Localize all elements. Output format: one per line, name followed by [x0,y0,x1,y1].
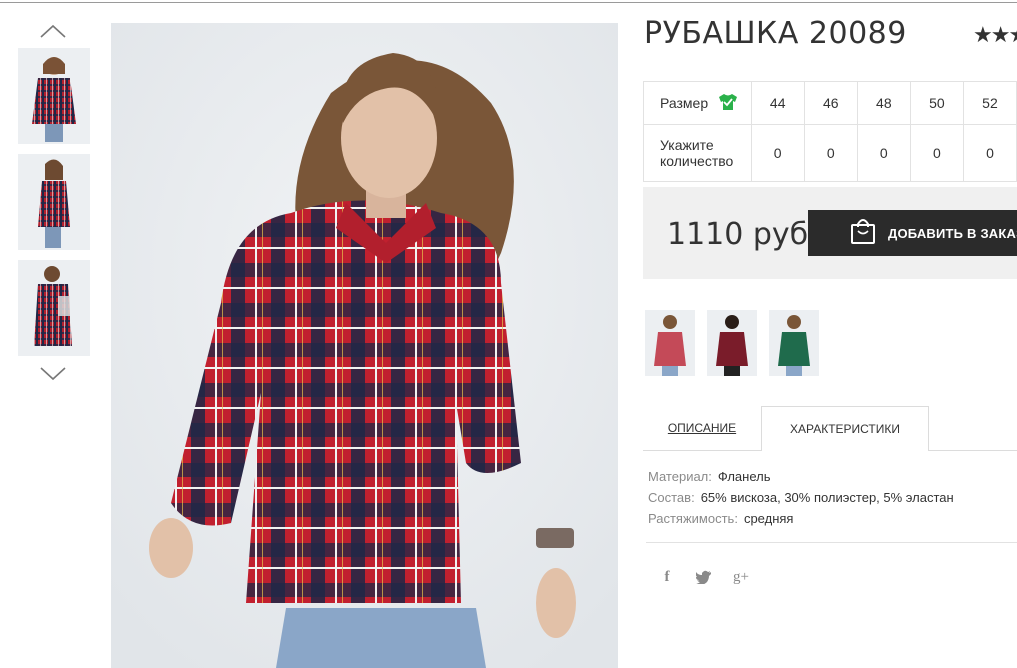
thumbnail-side[interactable] [18,154,90,250]
variant-red[interactable] [645,310,695,376]
spec-row: Материал: Фланель [648,466,954,487]
characteristics-list: Материал: Фланель Состав: 65% вискоза, 30%… [648,466,954,529]
spec-key-stretch: Растяжимость: [648,511,738,526]
size-46: 46 [803,81,858,125]
shopping-bag-icon [850,217,876,250]
spec-key-material: Материал: [648,469,712,484]
quantity-input-48[interactable]: 0 [856,124,911,182]
size-table: Размер 44 46 48 50 52 Укажите количество… [643,81,1017,182]
thumbnail-front[interactable] [18,48,90,144]
size-label: Размер [660,95,709,111]
tab-characteristics[interactable]: ХАРАКТЕРИСТИКИ [761,406,929,451]
thumbnail-back[interactable] [18,260,90,356]
add-to-order-label: ДОБАВИТЬ В ЗАКАЗ [888,225,1017,241]
shirt-check-icon[interactable] [718,93,738,114]
chevron-up-icon[interactable] [40,24,66,38]
facebook-icon[interactable]: f [656,566,678,588]
quantity-input-52[interactable]: 0 [962,124,1017,182]
size-44: 44 [750,81,805,125]
variant-green[interactable] [769,310,819,376]
twitter-icon[interactable]: t [693,566,715,588]
main-product-image[interactable] [111,23,618,668]
add-to-order-button[interactable]: ДОБАВИТЬ В ЗАКАЗ [808,210,1017,256]
spec-value-material: Фланель [717,469,771,484]
spec-key-composition: Состав: [648,490,695,505]
tab-description[interactable]: ОПИСАНИЕ [643,406,761,451]
quantity-label-line1: Укажите [660,137,714,153]
spec-row: Состав: 65% вискоза, 30% полиэстер, 5% эл… [648,487,954,508]
google-plus-icon[interactable]: g+ [730,566,752,588]
rating-stars[interactable]: ★★★ [973,22,1017,48]
buy-box: 1110 руб ДОБАВИТЬ В ЗАКАЗ [643,187,1017,279]
size-50: 50 [909,81,964,125]
quantity-label-line2: количество [660,153,734,169]
price: 1110 руб [667,217,809,252]
google-plus-glyph: g+ [733,569,749,585]
quantity-input-44[interactable]: 0 [750,124,805,182]
top-divider [0,2,1017,3]
quantity-label-cell: Укажите количество [643,124,752,182]
facebook-glyph: f [664,569,670,585]
product-title: РУБАШКА 20089 [644,16,907,51]
social-divider [646,542,1017,543]
info-tabs: ОПИСАНИЕ ХАРАКТЕРИСТИКИ [643,406,1017,451]
size-label-cell: Размер [643,81,752,125]
active-tab-gap [762,450,928,451]
quantity-input-50[interactable]: 0 [909,124,964,182]
spec-value-composition: 65% вискоза, 30% полиэстер, 5% эластан [700,490,954,505]
variant-dark[interactable] [707,310,757,376]
quantity-input-46[interactable]: 0 [803,124,858,182]
spec-value-stretch: средняя [743,511,794,526]
chevron-down-icon[interactable] [40,367,66,381]
size-52: 52 [962,81,1017,125]
size-48: 48 [856,81,911,125]
spec-row: Растяжимость: средняя [648,508,954,529]
